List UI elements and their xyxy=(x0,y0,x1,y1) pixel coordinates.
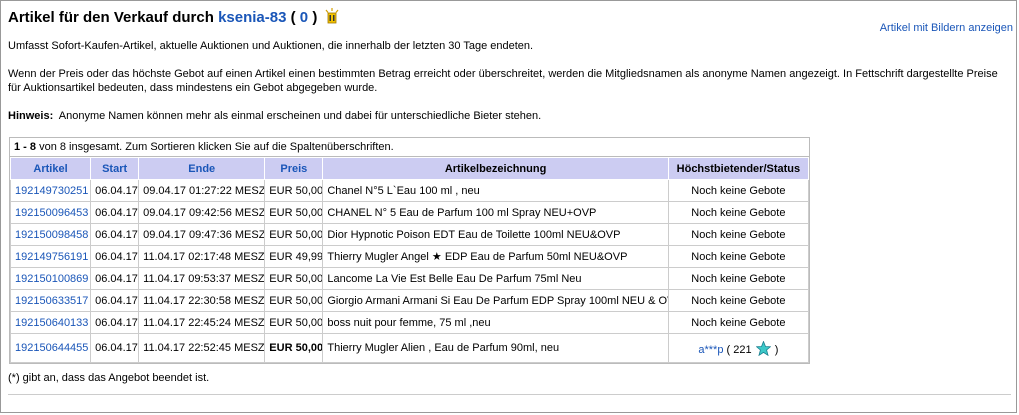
anonymous-names-text: Wenn der Preis oder das höchste Gebot au… xyxy=(8,68,998,94)
item-id-link[interactable]: 192150644455 xyxy=(15,342,88,354)
price: EUR 50,00 xyxy=(264,179,324,202)
page-frame: Artikel für den Verkauf durch ksenia-83 … xyxy=(0,0,1017,413)
hint-label: Hinweis: xyxy=(8,110,54,122)
page-title: Artikel für den Verkauf durch ksenia-83 … xyxy=(8,8,340,28)
table-row: 192150100869 06.04.17 11.04.17 09:53:37 … xyxy=(9,267,810,290)
start-date: 06.04.17 xyxy=(90,223,140,246)
start-date: 06.04.17 xyxy=(90,201,140,224)
bid-status: Noch keine Gebote xyxy=(667,223,810,246)
divider xyxy=(8,394,1011,395)
hint-paragraph: Hinweis: Anonyme Namen können mehr als e… xyxy=(8,109,1006,123)
bid-status: Noch keine Gebote xyxy=(667,311,810,334)
items-table-container: 1 - 8 von 8 insgesamt. Zum Sortieren kli… xyxy=(9,137,810,364)
item-title: Lancome La Vie Est Belle Eau De Parfum 7… xyxy=(322,267,669,290)
table-row: 192150633517 06.04.17 11.04.17 22:30:58 … xyxy=(9,289,810,312)
item-id-link[interactable]: 192150640133 xyxy=(15,317,88,329)
price: EUR 50,00 xyxy=(264,201,324,224)
hint-text: Anonyme Namen können mehr als einmal ers… xyxy=(58,110,542,122)
start-date: 06.04.17 xyxy=(90,289,140,312)
end-date: 09.04.17 09:42:56 MESZ xyxy=(138,201,266,224)
score-paren-open: ( xyxy=(290,9,296,26)
new-member-icon[interactable] xyxy=(324,8,340,24)
bid-status: Noch keine Gebote xyxy=(667,267,810,290)
intro-text: Umfasst Sofort-Kaufen-Artikel, aktuelle … xyxy=(8,40,534,52)
footnote: (*) gibt an, dass das Angebot beendet is… xyxy=(8,372,210,384)
price: EUR 49,99 xyxy=(264,245,324,268)
item-id-link[interactable]: 192150096453 xyxy=(15,207,88,219)
start-date: 06.04.17 xyxy=(90,179,140,202)
bidder-paren-open: ( xyxy=(726,343,731,356)
column-header-artikel[interactable]: Artikel xyxy=(9,157,92,180)
column-header-ende[interactable]: Ende xyxy=(138,157,266,180)
item-title: boss nuit pour femme, 75 ml ,neu xyxy=(322,311,669,334)
price: EUR 50,00 xyxy=(264,267,324,290)
item-title: Dior Hypnotic Poison EDT Eau de Toilette… xyxy=(322,223,669,246)
view-with-images-link[interactable]: Artikel mit Bildern anzeigen xyxy=(880,22,1013,34)
column-header-start[interactable]: Start xyxy=(90,157,140,180)
start-date: 06.04.17 xyxy=(90,333,140,363)
end-date: 11.04.17 22:45:24 MESZ xyxy=(138,311,266,334)
item-id-link[interactable]: 192150633517 xyxy=(15,295,88,307)
start-date: 06.04.17 xyxy=(90,311,140,334)
column-header-artikelbezeichnung: Artikelbezeichnung xyxy=(322,157,669,180)
table-row: 192150098458 06.04.17 09.04.17 09:47:36 … xyxy=(9,223,810,246)
feedback-score-link[interactable]: 0 xyxy=(300,9,308,26)
bidder-link[interactable]: a***p xyxy=(698,344,723,356)
bidder-score[interactable]: 221 xyxy=(733,344,751,356)
item-id-link[interactable]: 192149756191 xyxy=(15,251,88,263)
price: EUR 50,00 xyxy=(264,289,324,312)
end-date: 11.04.17 02:17:48 MESZ xyxy=(138,245,266,268)
table-header-row: Artikel Start Ende Preis Artikelbezeichn… xyxy=(9,157,810,180)
bid-status: Noch keine Gebote xyxy=(667,245,810,268)
end-date: 11.04.17 22:30:58 MESZ xyxy=(138,289,266,312)
price: EUR 50,00 xyxy=(264,333,324,363)
bid-status: Noch keine Gebote xyxy=(667,179,810,202)
column-header-status: Höchstbietender/Status xyxy=(667,157,810,180)
caption-range: 1 - 8 xyxy=(14,141,37,153)
teal-star-icon[interactable] xyxy=(755,339,772,356)
item-id-link[interactable]: 192150098458 xyxy=(15,229,88,241)
table-row: 192150644455 06.04.17 11.04.17 22:52:45 … xyxy=(9,333,810,363)
item-id-link[interactable]: 192149730251 xyxy=(15,185,88,197)
price: EUR 50,00 xyxy=(264,223,324,246)
item-title: Thierry Mugler Alien , Eau de Parfum 90m… xyxy=(322,333,669,363)
table-row: 192150640133 06.04.17 11.04.17 22:45:24 … xyxy=(9,311,810,334)
end-date: 11.04.17 22:52:45 MESZ xyxy=(138,333,266,363)
table-caption: 1 - 8 von 8 insgesamt. Zum Sortieren kli… xyxy=(10,138,809,157)
column-header-preis[interactable]: Preis xyxy=(264,157,324,180)
table-body: 192149730251 06.04.17 09.04.17 01:27:22 … xyxy=(9,179,810,363)
start-date: 06.04.17 xyxy=(90,267,140,290)
start-date: 06.04.17 xyxy=(90,245,140,268)
seller-link[interactable]: ksenia-83 xyxy=(218,9,286,26)
items-table: Artikel Start Ende Preis Artikelbezeichn… xyxy=(9,157,810,363)
table-row: 192149730251 06.04.17 09.04.17 01:27:22 … xyxy=(9,179,810,202)
bid-status: Noch keine Gebote xyxy=(667,201,810,224)
item-title: Thierry Mugler Angel ★ EDP Eau de Parfum… xyxy=(322,245,669,268)
item-title: Giorgio Armani Armani Si Eau De Parfum E… xyxy=(322,289,669,312)
item-title: CHANEL N° 5 Eau de Parfum 100 ml Spray N… xyxy=(322,201,669,224)
price: EUR 50,00 xyxy=(264,311,324,334)
end-date: 11.04.17 09:53:37 MESZ xyxy=(138,267,266,290)
end-date: 09.04.17 01:27:22 MESZ xyxy=(138,179,266,202)
highest-bidder: a***p ( 221 ) xyxy=(667,333,810,363)
bid-status: Noch keine Gebote xyxy=(667,289,810,312)
table-row: 192149756191 06.04.17 11.04.17 02:17:48 … xyxy=(9,245,810,268)
table-row: 192150096453 06.04.17 09.04.17 09:42:56 … xyxy=(9,201,810,224)
item-title: Chanel N°5 L`Eau 100 ml , neu xyxy=(322,179,669,202)
score-paren-close: ) xyxy=(312,9,318,26)
title-prefix: Artikel für den Verkauf durch xyxy=(8,9,214,26)
end-date: 09.04.17 09:47:36 MESZ xyxy=(138,223,266,246)
caption-text: von 8 insgesamt. Zum Sortieren klicken S… xyxy=(39,141,394,153)
item-id-link[interactable]: 192150100869 xyxy=(15,273,88,285)
bidder-paren-close: ) xyxy=(774,343,779,356)
